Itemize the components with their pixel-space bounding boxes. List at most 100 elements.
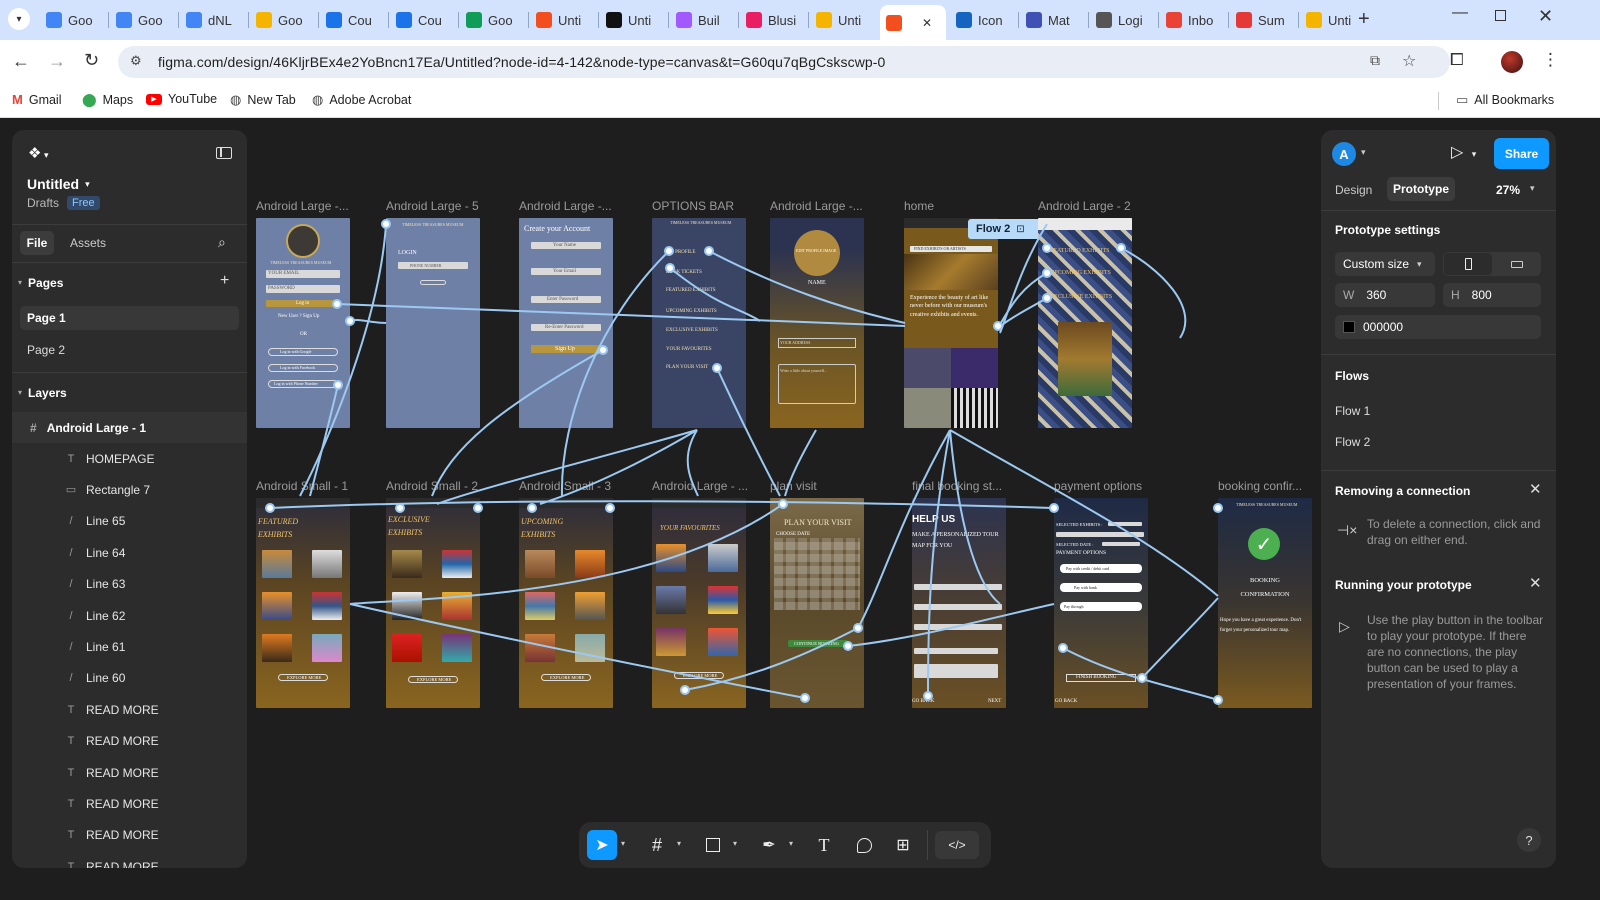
flow-item-1[interactable]: Flow 1 — [1335, 404, 1370, 418]
browser-tab[interactable]: Cou — [390, 6, 456, 34]
frame-tool[interactable]: # — [643, 831, 671, 859]
dismiss-tip-button[interactable]: ✕ — [1529, 480, 1542, 498]
bookmark-gmail[interactable]: M Gmail — [12, 92, 62, 107]
pen-tool[interactable]: ✒ — [755, 831, 783, 859]
layers-header[interactable]: ▾ Layers — [18, 386, 67, 400]
layer-item[interactable]: T READ MORE — [12, 694, 247, 725]
browser-tab[interactable]: Blusi — [740, 6, 806, 34]
new-tab-button[interactable]: + — [1358, 8, 1370, 31]
file-name[interactable]: Untitled ▾ — [27, 176, 90, 192]
add-page-button[interactable]: + — [220, 272, 229, 290]
address-bar[interactable]: ⚙ figma.com/design/46KljrBEx4e2YoBncn17E… — [118, 46, 1450, 78]
pages-header[interactable]: ▾ Pages — [18, 276, 63, 290]
present-button[interactable]: ▷ ▾ — [1451, 142, 1476, 162]
browser-tab[interactable]: Unti — [810, 6, 876, 34]
zoom-dropdown[interactable]: 27% ▾ — [1496, 183, 1535, 197]
chevron-down-icon[interactable]: ▾ — [621, 839, 625, 848]
browser-tab[interactable]: Unti — [600, 6, 666, 34]
chevron-down-icon[interactable]: ▾ — [789, 839, 793, 848]
extensions-icon[interactable]: ⧠ — [1450, 50, 1464, 70]
chevron-down-icon[interactable]: ▾ — [1361, 147, 1366, 158]
layer-item[interactable]: ▭ Rectangle 7 — [12, 474, 247, 505]
browser-tab[interactable]: Inbo — [1160, 6, 1226, 34]
browser-tab[interactable]: Goo — [40, 6, 106, 34]
layer-item[interactable]: / Line 64 — [12, 537, 247, 568]
page-item-1[interactable]: Page 1 — [20, 306, 239, 330]
url-text[interactable]: figma.com/design/46KljrBEx4e2YoBncn17Ea/… — [158, 54, 885, 70]
install-app-icon[interactable]: ⧉ — [1370, 52, 1380, 69]
bookmark-adobe-acrobat[interactable]: ◍ Adobe Acrobat — [312, 92, 411, 108]
bookmark-maps[interactable]: ⬤ Maps — [82, 92, 133, 108]
text-tool[interactable]: T — [810, 831, 838, 859]
tab-file[interactable]: File — [20, 231, 54, 255]
browser-tab[interactable]: Goo — [460, 6, 526, 34]
tab-design[interactable]: Design — [1335, 183, 1372, 197]
layer-item[interactable]: T READ MORE — [12, 757, 247, 788]
profile-avatar[interactable] — [1501, 51, 1523, 73]
maximize-button[interactable] — [1495, 10, 1506, 21]
minimize-button[interactable]: — — [1452, 4, 1468, 22]
browser-tab[interactable]: Logi — [1090, 6, 1156, 34]
layer-item[interactable]: T HOMEPAGE — [12, 443, 247, 474]
color-swatch[interactable] — [1343, 321, 1355, 333]
tab-assets[interactable]: Assets — [70, 236, 106, 250]
site-info-icon[interactable]: ⚙ — [130, 53, 142, 69]
browser-tab[interactable]: Unti — [530, 6, 596, 34]
layer-item[interactable]: / Line 62 — [12, 600, 247, 631]
width-field[interactable]: W 360 — [1335, 283, 1435, 307]
dev-mode-toggle[interactable]: </> — [935, 831, 979, 859]
browser-tab[interactable]: Goo — [110, 6, 176, 34]
share-button[interactable]: Share — [1494, 138, 1549, 169]
help-button[interactable]: ? — [1517, 828, 1541, 852]
chevron-down-icon[interactable]: ▾ — [733, 839, 737, 848]
browser-tab[interactable]: dNL — [180, 6, 246, 34]
landscape-button[interactable] — [1493, 253, 1541, 275]
chevron-down-icon[interactable]: ▾ — [677, 839, 681, 848]
browser-tab[interactable]: Unti — [1300, 6, 1366, 34]
all-bookmarks[interactable]: ▭ All Bookmarks — [1456, 92, 1554, 108]
tab-prototype[interactable]: Prototype — [1387, 177, 1455, 201]
figma-main-menu[interactable]: ❖ ▾ — [28, 144, 48, 162]
layer-item[interactable]: / Line 65 — [12, 506, 247, 537]
layer-root[interactable]: # Android Large - 1 — [12, 412, 247, 443]
user-avatar[interactable]: A — [1332, 142, 1356, 166]
drafts-label[interactable]: Drafts — [27, 196, 59, 210]
browser-tab[interactable]: Cou — [320, 6, 386, 34]
reload-button[interactable]: ↻ — [84, 50, 99, 71]
resources-tool[interactable]: ⊞ — [889, 831, 917, 859]
layer-item[interactable]: / Line 61 — [12, 631, 247, 662]
bookmark-new-tab[interactable]: ◍ New Tab — [230, 92, 296, 108]
layer-item[interactable]: T READ MORE — [12, 788, 247, 819]
comment-tool[interactable] — [850, 831, 878, 859]
layer-item[interactable]: T READ MORE — [12, 820, 247, 851]
browser-tab[interactable]: Sum — [1230, 6, 1296, 34]
browser-tab[interactable]: Buil — [670, 6, 736, 34]
search-layers-button[interactable]: ⌕ — [218, 234, 226, 251]
browser-tab[interactable]: Goo — [250, 6, 316, 34]
height-field[interactable]: H 800 — [1443, 283, 1541, 307]
layer-item[interactable]: T READ MORE — [12, 851, 247, 868]
dismiss-tip-button[interactable]: ✕ — [1529, 574, 1542, 592]
move-tool[interactable]: ➤ — [587, 830, 617, 860]
background-color-field[interactable]: 000000 — [1335, 315, 1541, 339]
portrait-button[interactable] — [1444, 253, 1492, 275]
close-tab-icon[interactable]: ✕ — [922, 16, 932, 30]
forward-button[interactable]: → — [48, 51, 66, 72]
browser-tab[interactable]: Icon — [950, 6, 1016, 34]
page-item-2[interactable]: Page 2 — [27, 343, 65, 357]
layer-item[interactable]: / Line 60 — [12, 663, 247, 694]
flow-item-2[interactable]: Flow 2 — [1335, 435, 1370, 449]
tab-search-button[interactable]: ▾ — [8, 8, 30, 30]
layer-item[interactable]: / Line 63 — [12, 569, 247, 600]
browser-menu-icon[interactable]: ⋮ — [1542, 50, 1559, 70]
browser-tab[interactable]: Mat — [1020, 6, 1086, 34]
toggle-sidebar-button[interactable] — [216, 147, 232, 159]
device-size-select[interactable]: Custom size ▾ — [1335, 252, 1435, 276]
back-button[interactable]: ← — [12, 51, 30, 72]
close-window-button[interactable]: ✕ — [1538, 6, 1553, 27]
bookmark-youtube[interactable]: ▶ YouTube — [146, 92, 217, 106]
shape-tool[interactable] — [699, 831, 727, 859]
layer-item[interactable]: T READ MORE — [12, 726, 247, 757]
browser-tab-active[interactable]: ✕ — [880, 5, 946, 40]
bookmark-star-icon[interactable]: ☆ — [1402, 51, 1416, 71]
